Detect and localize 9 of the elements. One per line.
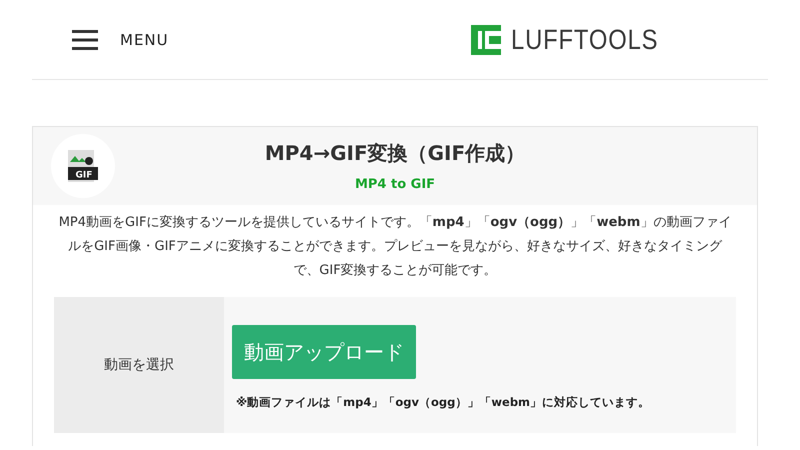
menu-icon — [72, 30, 98, 50]
format-note: ※動画ファイルは「mp4」「ogv（ogg）」「webm」に対応しています。 — [235, 395, 652, 410]
menu-button[interactable]: MENU — [72, 30, 169, 50]
logo-text: LUFFTOOLS — [510, 24, 658, 56]
row-label: 動画を選択 — [54, 297, 224, 433]
logo-icon — [470, 24, 501, 54]
tool-description: MP4動画をGIFに変換するツールを提供しているサイトです。「mp4」「ogv（ogg）」「webm」の動画ファイルをGIF画像・GIFアニメに変換することができます。プレビューを見ながら、好きなサイズ、好きなタイミングで、GIF変換することが可能です。 — [58, 214, 732, 280]
tool-title: MP4→GIF変換（GIF作成） — [264, 140, 526, 167]
tool-subtitle: MP4 to GIF — [354, 177, 436, 192]
